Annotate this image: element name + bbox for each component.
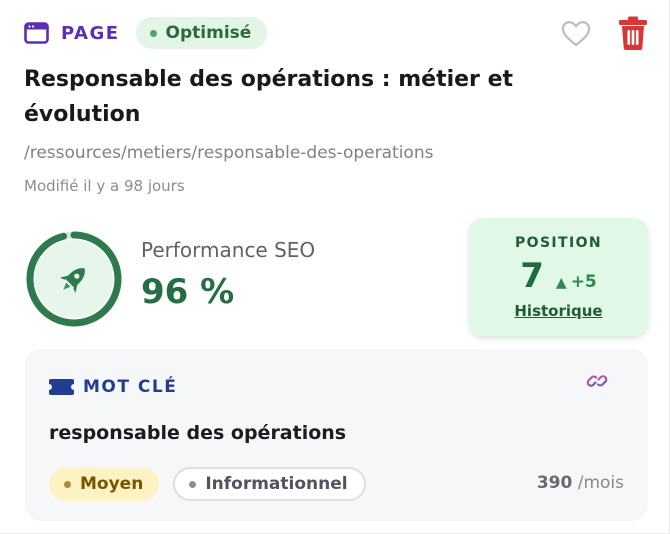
chain-link-icon[interactable] <box>585 369 609 393</box>
history-link[interactable]: Historique <box>469 302 648 320</box>
position-value: 7 <box>520 256 544 296</box>
status-dot <box>149 29 157 37</box>
intent-badge: Informationnel <box>173 467 366 501</box>
seo-performance-value: 96 % <box>141 272 235 312</box>
status-badge-label: Optimisé <box>165 23 252 43</box>
difficulty-badge: Moyen <box>49 467 160 501</box>
keyword-label: MOT CLÉ <box>83 377 178 397</box>
position-delta: ▲ +5 <box>556 272 597 292</box>
last-modified: Modifié il y a 98 jours <box>24 177 185 195</box>
intent-label: Informationnel <box>205 474 348 494</box>
keyword-panel: MOT CLÉ responsable des opérations Moyen <box>25 349 648 521</box>
delete-trash-icon[interactable] <box>617 15 649 51</box>
search-volume-value: 390 <box>536 473 573 493</box>
favorite-heart-icon[interactable] <box>561 20 591 48</box>
search-volume-unit: /mois <box>577 473 624 493</box>
position-panel: POSITION 7 ▲ +5 Historique <box>469 218 648 336</box>
page-url: /ressources/metiers/responsable-des-oper… <box>24 143 434 163</box>
keyword-header: MOT CLÉ <box>49 377 177 397</box>
seo-score-gauge <box>26 231 122 327</box>
keyword-tags: Moyen Informationnel <box>49 467 366 501</box>
difficulty-dot <box>64 480 71 488</box>
position-label: POSITION <box>514 235 603 251</box>
search-volume: 390 /mois <box>537 473 624 493</box>
arrow-up-icon: ▲ <box>555 275 567 291</box>
position-row: 7 ▲ +5 <box>469 256 648 296</box>
intent-dot <box>189 480 197 488</box>
status-badge: Optimisé <box>135 17 268 49</box>
browser-window-icon <box>24 22 49 44</box>
page-type-label: PAGE <box>61 22 120 44</box>
keyword-text: responsable des opérations <box>49 422 347 444</box>
page-title: Responsable des opérations : métier et é… <box>24 67 514 127</box>
position-delta-value: +5 <box>570 272 597 292</box>
ticket-icon <box>49 379 74 395</box>
seo-performance-label: Performance SEO <box>141 238 316 262</box>
page-card: PAGE Optimisé Responsable des opérations… <box>0 0 670 534</box>
difficulty-label: Moyen <box>80 474 144 494</box>
page-type-row: PAGE Optimisé <box>24 17 268 49</box>
